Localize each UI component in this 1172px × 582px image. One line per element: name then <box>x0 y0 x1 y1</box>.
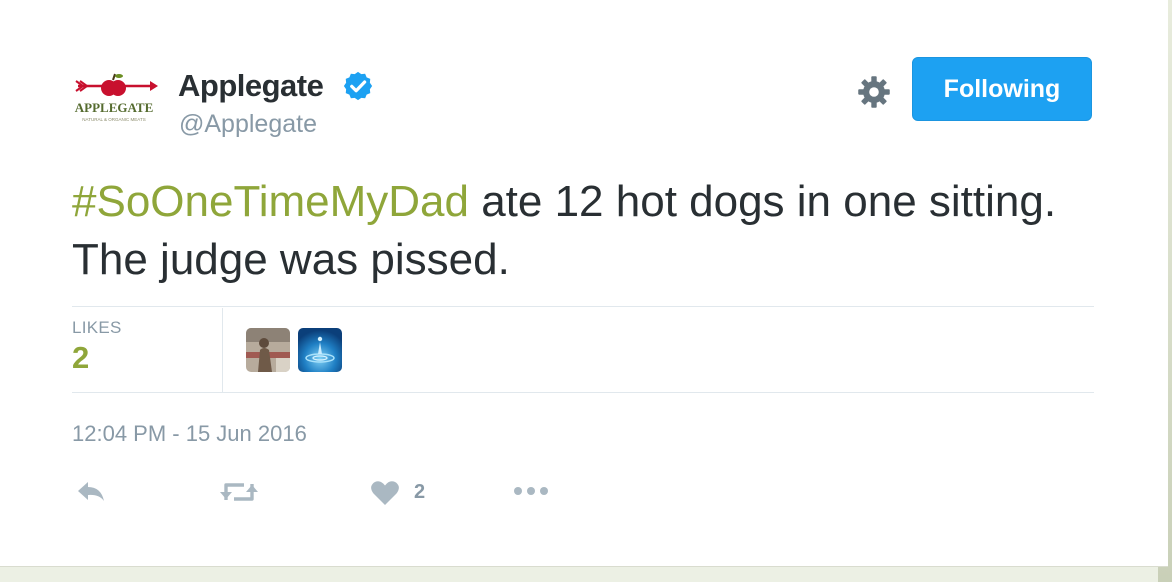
tweet-timestamp[interactable]: 12:04 PM - 15 Jun 2016 <box>72 421 307 447</box>
liker-avatar[interactable] <box>298 328 342 372</box>
more-options-icon[interactable] <box>512 484 550 498</box>
account-name[interactable]: Applegate <box>178 68 324 104</box>
hashtag-link[interactable]: #SoOneTimeMyDad <box>72 177 469 226</box>
svg-text:NATURAL & ORGANIC MEATS: NATURAL & ORGANIC MEATS <box>82 117 145 122</box>
divider <box>72 306 1094 307</box>
applegate-logo[interactable]: APPLEGATE NATURAL & ORGANIC MEATS <box>66 72 162 130</box>
reply-icon[interactable] <box>74 478 108 506</box>
like-action-count: 2 <box>414 481 426 503</box>
svg-text:APPLEGATE: APPLEGATE <box>75 100 154 115</box>
divider <box>72 392 1094 393</box>
verified-badge-icon <box>343 71 373 101</box>
liker-avatar[interactable] <box>246 328 290 372</box>
tweet-text: #SoOneTimeMyDad ate 12 hot dogs in one s… <box>72 173 1092 289</box>
retweet-icon[interactable] <box>218 478 260 506</box>
heart-icon[interactable] <box>370 480 400 506</box>
likes-count[interactable]: 2 <box>72 340 89 376</box>
likes-label[interactable]: LIKES <box>72 318 122 338</box>
following-button[interactable]: Following <box>912 57 1092 121</box>
account-handle[interactable]: @Applegate <box>179 110 317 139</box>
stats-divider <box>222 308 223 392</box>
gear-icon[interactable] <box>856 74 892 110</box>
tweet-card: APPLEGATE NATURAL & ORGANIC MEATS Appleg… <box>0 0 1168 567</box>
